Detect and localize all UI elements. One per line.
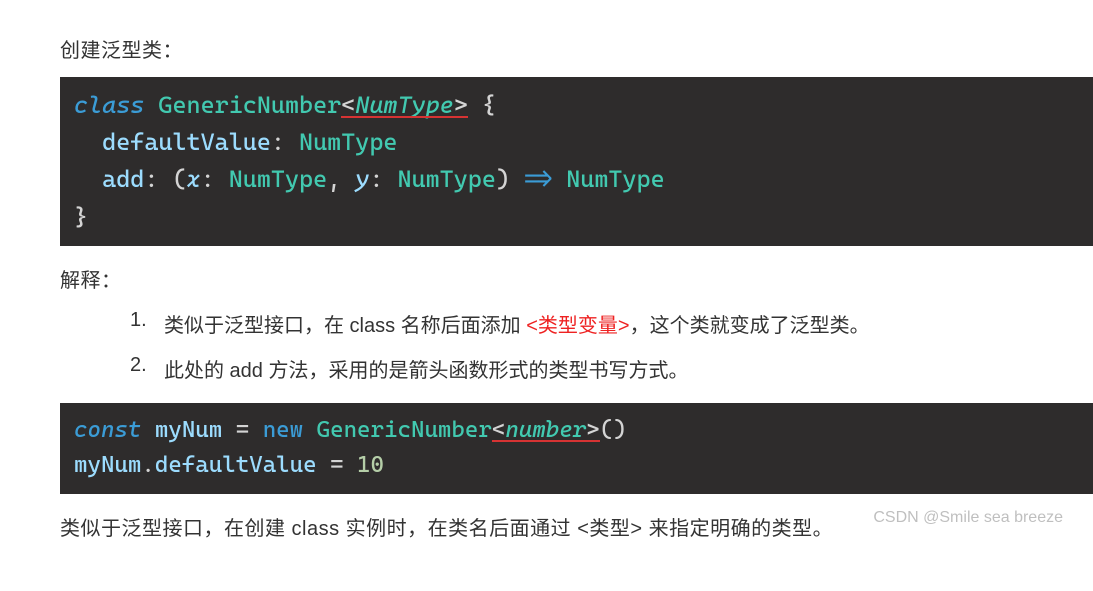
list-number: 1.: [130, 309, 164, 338]
arrow-op: =>: [510, 165, 566, 193]
class-name: GenericNumber: [317, 417, 492, 443]
list-text-1: 类似于泛型接口，在 class 名称后面添加 <类型变量>，这个类就变成了泛型类…: [164, 309, 870, 338]
generic-type: NumType: [355, 91, 453, 119]
generic-arg-underlined: <number>: [492, 417, 600, 443]
code-block-2: const myNum = new GenericNumber<number>(…: [60, 403, 1093, 494]
code-block-1: class GenericNumber<NumType> { defaultVa…: [60, 77, 1093, 246]
watermark: CSDN @Smile sea breeze: [873, 509, 1063, 527]
prop-add: add: [102, 165, 144, 193]
heading-explain: 解释：: [60, 264, 1093, 293]
prop-defaultValue: defaultValue: [155, 452, 317, 478]
list-number: 2.: [130, 354, 164, 383]
var-mynum: myNum: [155, 417, 222, 443]
code-line-2: myNum.defaultValue = 10: [74, 448, 1079, 484]
red-text: <类型变量>: [526, 315, 629, 337]
prop-defaultValue: defaultValue: [102, 128, 271, 156]
keyword-const: const: [74, 417, 141, 443]
param-x: x: [187, 165, 201, 193]
type-number: number: [505, 417, 586, 443]
generic-param-underlined: <NumType>: [341, 91, 468, 119]
code-line-3: add: (x: NumType, y: NumType) => NumType: [74, 161, 1079, 198]
list-text-2: 此处的 add 方法，采用的是箭头函数形式的类型书写方式。: [164, 354, 688, 383]
list-item: 1. 类似于泛型接口，在 class 名称后面添加 <类型变量>，这个类就变成了…: [130, 309, 1093, 338]
heading-create-generic: 创建泛型类：: [60, 34, 1093, 63]
code-line-2: defaultValue: NumType: [74, 124, 1079, 161]
code-line-4: }: [74, 199, 1079, 236]
list-item: 2. 此处的 add 方法，采用的是箭头函数形式的类型书写方式。: [130, 354, 1093, 383]
class-name: GenericNumber: [158, 91, 341, 119]
code-line-1: const myNum = new GenericNumber<number>(…: [74, 413, 1079, 449]
code-line-1: class GenericNumber<NumType> {: [74, 87, 1079, 124]
type-numtype: NumType: [299, 128, 397, 156]
param-y: y: [355, 165, 369, 193]
article-content: 创建泛型类： class GenericNumber<NumType> { de…: [60, 34, 1093, 541]
keyword-new: new: [263, 417, 303, 443]
keyword-class: class: [74, 91, 144, 119]
ordered-list: 1. 类似于泛型接口，在 class 名称后面添加 <类型变量>，这个类就变成了…: [130, 309, 1093, 383]
number-literal: 10: [357, 452, 384, 478]
